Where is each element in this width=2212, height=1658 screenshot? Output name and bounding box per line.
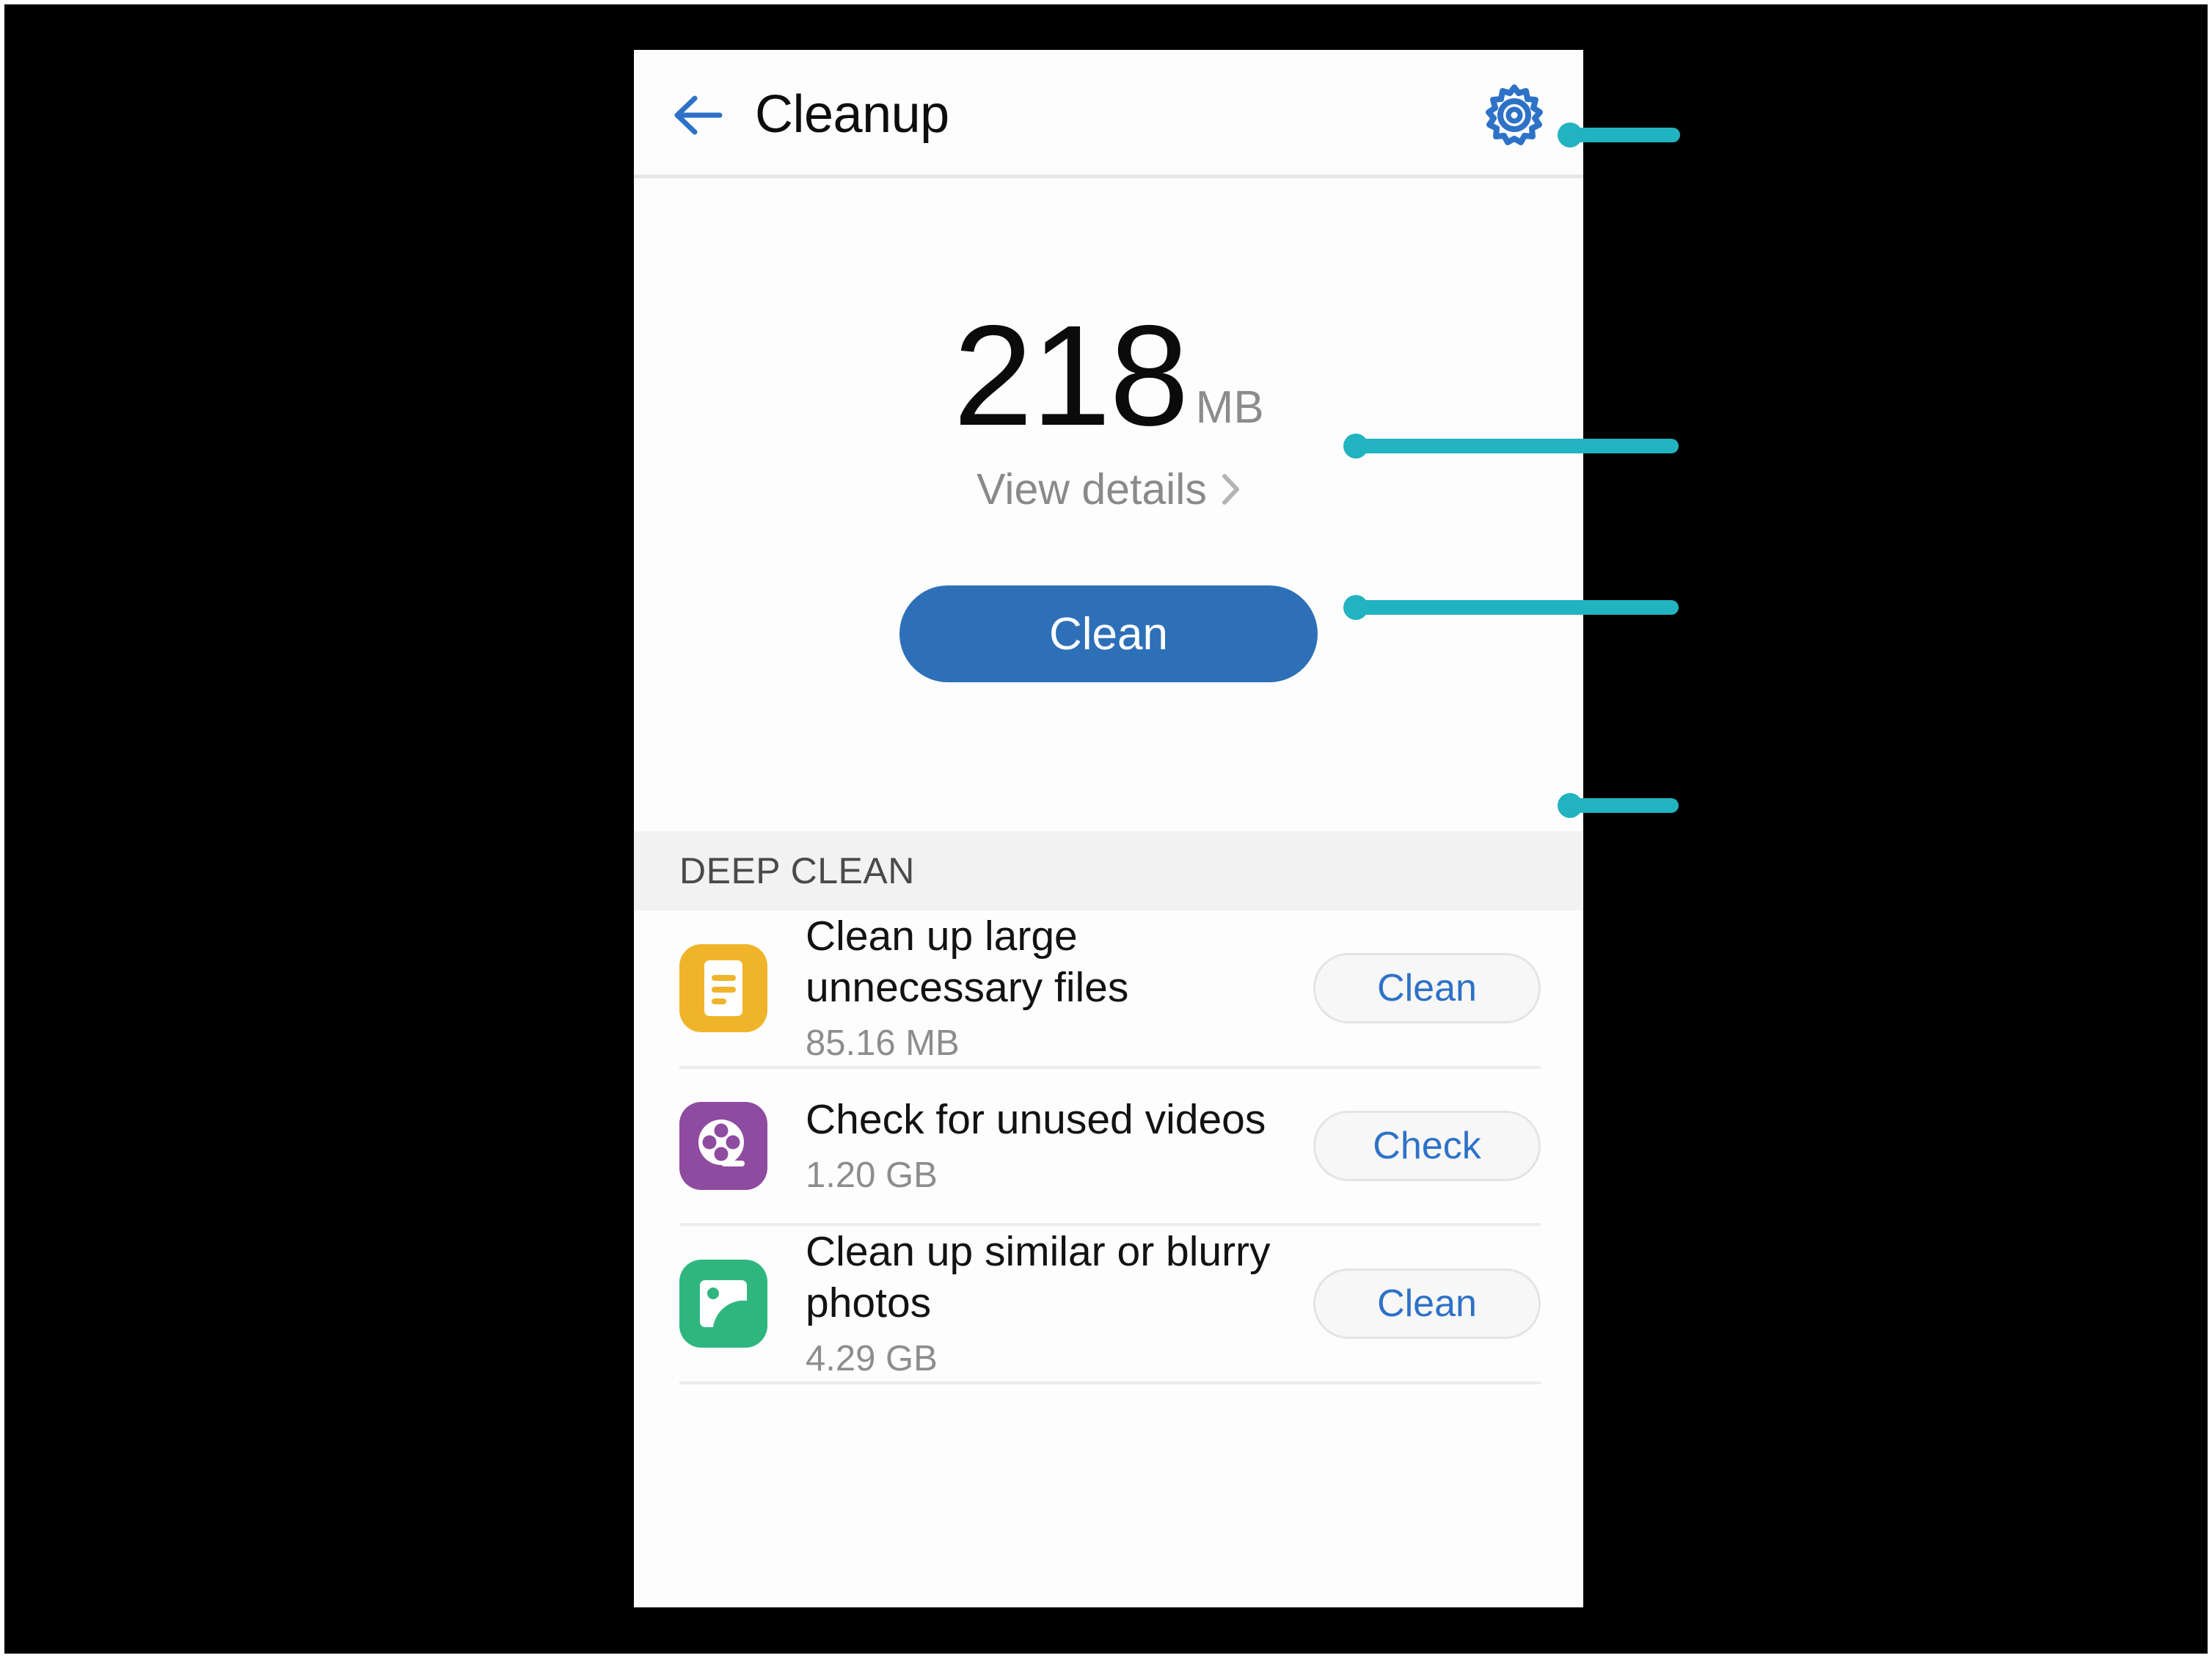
deep-clean-section-label: DEEP CLEAN — [679, 850, 915, 891]
page-title: Cleanup — [755, 85, 949, 144]
list-item-size: 85.16 MB — [806, 1023, 960, 1063]
list-item-text: Clean up large unnecessary files 85.16 M… — [806, 910, 1313, 1066]
list-item-action-button[interactable]: Clean — [1313, 1268, 1541, 1339]
list-item-title: Clean up similar or blurry photos — [806, 1228, 1271, 1326]
document-icon — [679, 944, 767, 1032]
deep-clean-list: Clean up large unnecessary files 85.16 M… — [634, 910, 1583, 1384]
film-reel-icon — [679, 1102, 767, 1190]
list-item-size: 4.29 GB — [806, 1339, 938, 1378]
list-item[interactable]: Check for unused videos 1.20 GB Check — [679, 1069, 1541, 1226]
storage-size: 218 MB — [634, 296, 1583, 456]
callout-line-summary — [1348, 439, 1679, 453]
app-header: Cleanup — [634, 50, 1583, 178]
list-item-action-button[interactable]: Clean — [1313, 953, 1541, 1023]
photo-icon — [679, 1260, 767, 1348]
deep-clean-section-header: DEEP CLEAN — [634, 831, 1583, 910]
list-item[interactable]: Clean up large unnecessary files 85.16 M… — [679, 910, 1541, 1069]
phone-screen: Cleanup 218 MB View details Clean DEEP C… — [634, 50, 1583, 1607]
callout-line-deep-clean — [1563, 798, 1679, 813]
callout-line-clean — [1348, 600, 1679, 615]
back-arrow-icon[interactable] — [668, 87, 726, 144]
gear-icon[interactable] — [1481, 81, 1548, 149]
view-details-label: View details — [977, 465, 1207, 514]
clean-button[interactable]: Clean — [899, 585, 1318, 682]
list-item[interactable]: Clean up similar or blurry photos 4.29 G… — [679, 1226, 1541, 1384]
callout-line-settings — [1563, 128, 1680, 142]
storage-size-value: 218 — [953, 296, 1189, 456]
screenshot-canvas: Cleanup 218 MB View details Clean DEEP C… — [0, 0, 2212, 1658]
list-item-action-button[interactable]: Check — [1313, 1111, 1541, 1181]
list-item-title: Check for unused videos — [806, 1096, 1266, 1143]
list-item-size: 1.20 GB — [806, 1155, 938, 1195]
list-item-text: Check for unused videos 1.20 GB — [806, 1094, 1313, 1198]
storage-summary: 218 MB View details Clean — [634, 178, 1583, 831]
chevron-right-icon — [1222, 473, 1241, 505]
list-item-title: Clean up large unnecessary files — [806, 913, 1129, 1011]
list-item-text: Clean up similar or blurry photos 4.29 G… — [806, 1226, 1313, 1381]
view-details-link[interactable]: View details — [634, 464, 1583, 514]
storage-size-unit: MB — [1195, 382, 1264, 433]
